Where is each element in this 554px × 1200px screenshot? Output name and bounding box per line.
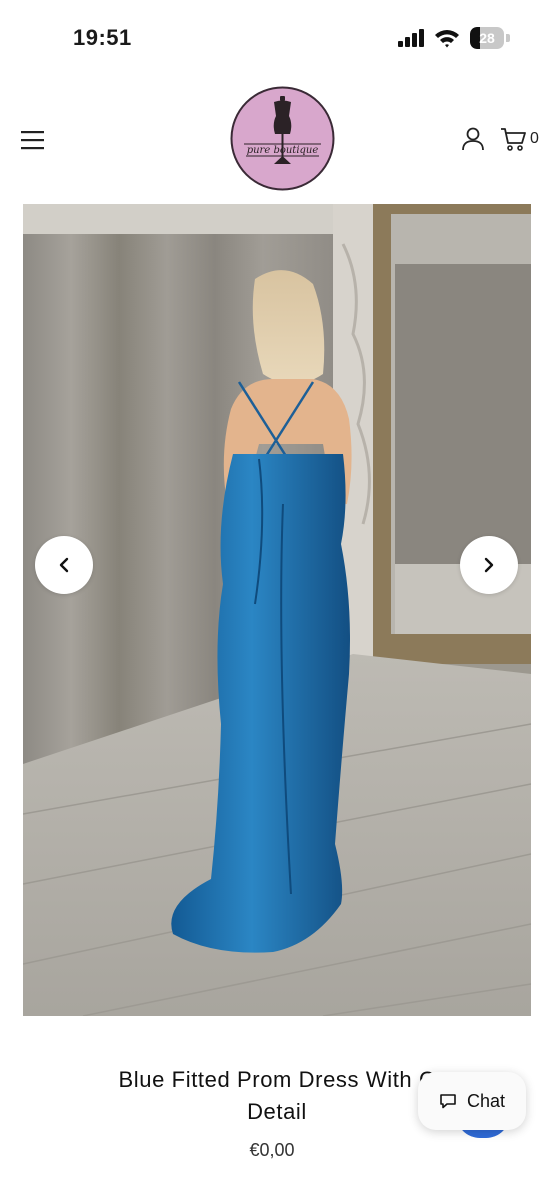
product-price: €0,00 bbox=[249, 1140, 295, 1160]
previous-image-button[interactable] bbox=[35, 536, 93, 594]
logo-text: pure boutique bbox=[247, 145, 319, 156]
status-icons: 28 bbox=[398, 26, 510, 50]
battery-indicator: 28 bbox=[470, 27, 510, 49]
product-image-gallery[interactable] bbox=[23, 204, 531, 1016]
chevron-left-icon bbox=[59, 557, 69, 573]
cart-count: 0 bbox=[530, 130, 539, 147]
speech-bubble-icon bbox=[440, 1094, 456, 1109]
account-button[interactable] bbox=[460, 126, 486, 152]
site-header: pure boutique 0 bbox=[0, 78, 554, 202]
cart-button[interactable] bbox=[500, 126, 530, 152]
site-logo[interactable]: pure boutique bbox=[230, 86, 335, 191]
chevron-right-icon bbox=[484, 557, 494, 573]
cart-icon bbox=[501, 128, 526, 151]
wifi-icon bbox=[435, 30, 459, 48]
chat-label: Chat bbox=[466, 1090, 506, 1111]
cellular-signal-icon bbox=[398, 29, 424, 47]
status-bar: 19:51 28 bbox=[0, 0, 554, 78]
next-image-button[interactable] bbox=[460, 536, 518, 594]
battery-level: 28 bbox=[479, 30, 495, 46]
status-time: 19:51 bbox=[73, 25, 132, 50]
product-photo bbox=[23, 204, 531, 1016]
user-icon bbox=[462, 127, 484, 151]
hamburger-icon bbox=[21, 131, 44, 150]
menu-button[interactable] bbox=[20, 128, 46, 152]
chat-button[interactable]: Chat bbox=[418, 1072, 526, 1130]
